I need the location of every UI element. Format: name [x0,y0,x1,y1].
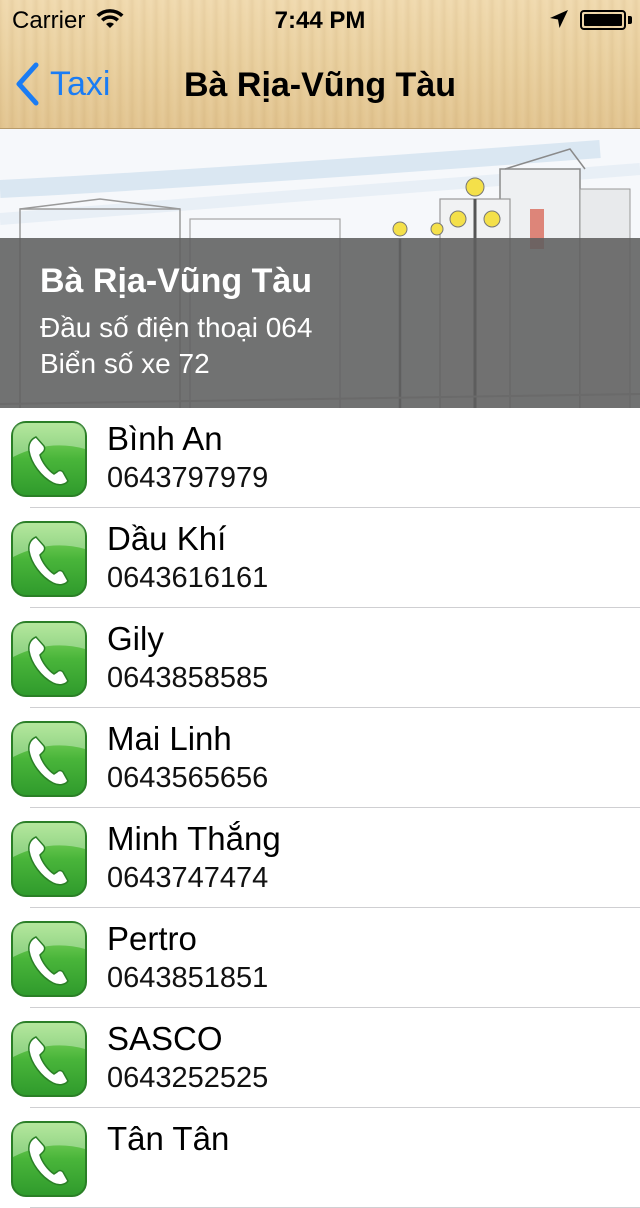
phone-icon[interactable] [11,521,87,597]
taxi-row-5[interactable]: Pertro 0643851851 [0,908,640,1008]
taxi-row-4[interactable]: Minh Thắng 0643747474 [0,808,640,908]
taxi-name: SASCO [107,1020,223,1057]
taxi-name: Minh Thắng [107,820,281,857]
taxi-row-0[interactable]: Bình An 0643797979 [0,408,640,508]
city-info-overlay: Bà Rịa-Vũng Tàu Đầu số điện thoại 064 Bi… [0,238,640,408]
page-title: Bà Rịa-Vũng Tàu [183,66,457,104]
taxi-phone-number: 0643252525 [107,1062,269,1094]
taxi-phone-number: 0643616161 [107,562,269,594]
phone-icon[interactable] [11,421,87,497]
taxi-name: Gily [107,620,164,657]
phone-icon[interactable] [11,721,87,797]
taxi-list: Bình An 0643797979 Dầu Khí 0643616161 Gi… [0,408,640,1208]
taxi-name: Mai Linh [107,720,232,757]
taxi-phone-number: 0643851851 [107,962,269,994]
taxi-name: Pertro [107,920,197,957]
top-bar: Carrier 7:44 PM Taxi Bà Rịa-Vũng Tàu [0,0,640,129]
phone-icon[interactable] [11,821,87,897]
location-arrow-icon [548,8,570,37]
status-time: 7:44 PM [274,7,366,34]
battery-icon [580,10,626,30]
taxi-name: Bình An [107,420,223,457]
taxi-phone-number: 0643797979 [107,462,269,494]
taxi-phone-number: 0643565656 [107,762,269,794]
taxi-row-3[interactable]: Mai Linh 0643565656 [0,708,640,808]
taxi-phone-number: 0643858585 [107,662,269,694]
taxi-row-6[interactable]: SASCO 0643252525 [0,1008,640,1108]
phone-icon[interactable] [11,1021,87,1097]
area-code-text: Đầu số điện thoại 064 [40,312,313,343]
taxi-phone-number: 0643747474 [107,862,269,894]
chevron-left-icon [16,62,39,106]
navigation-bar: Taxi Bà Rịa-Vũng Tàu [0,40,640,128]
back-button-label: Taxi [50,64,111,103]
status-bar: Carrier 7:44 PM [0,0,640,40]
city-name: Bà Rịa-Vũng Tàu [40,262,313,300]
taxi-row-7[interactable]: Tân Tân [0,1108,640,1208]
phone-icon[interactable] [11,921,87,997]
back-button[interactable]: Taxi [14,62,110,106]
taxi-row-2[interactable]: Gily 0643858585 [0,608,640,708]
taxi-name: Tân Tân [107,1120,230,1157]
battery-nub [628,16,632,24]
license-plate-text: Biển số xe 72 [40,348,210,379]
phone-icon[interactable] [11,621,87,697]
taxi-name: Dầu Khí [107,520,227,557]
taxi-row-1[interactable]: Dầu Khí 0643616161 [0,508,640,608]
phone-icon[interactable] [11,1121,87,1197]
